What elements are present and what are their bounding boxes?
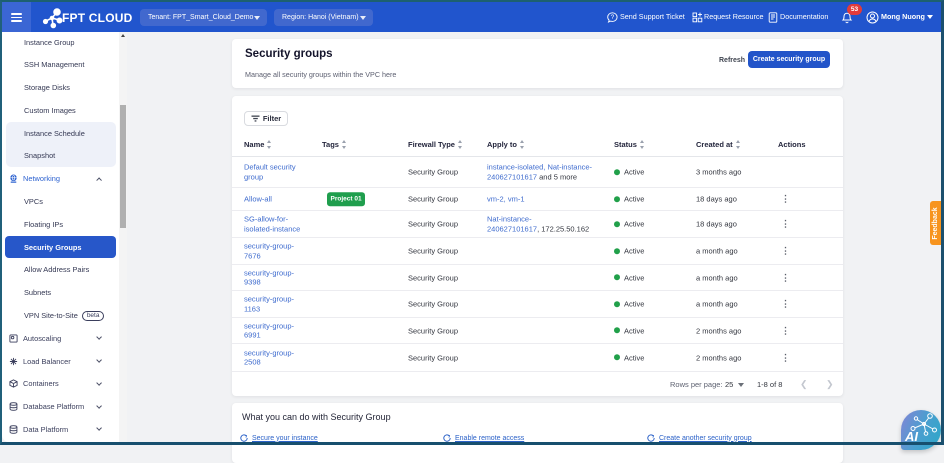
svg-text:?: ?: [611, 14, 615, 21]
svg-text:AI: AI: [904, 429, 918, 444]
